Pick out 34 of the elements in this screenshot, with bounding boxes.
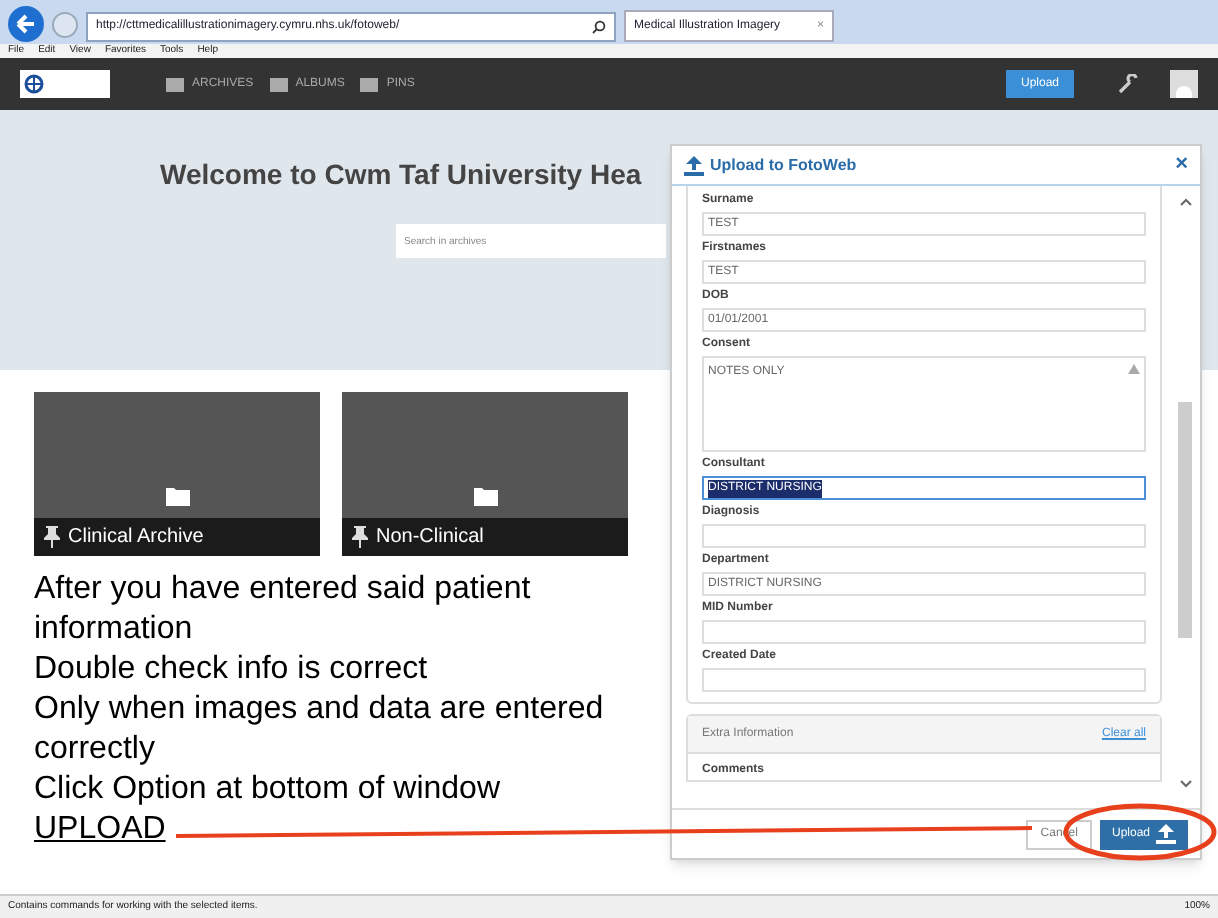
upload-icon [1156, 824, 1176, 844]
instruction-text: UPLOAD [34, 810, 166, 850]
text-field[interactable] [702, 620, 1146, 644]
instruction-text: Double check info is correct [34, 650, 428, 690]
back-button[interactable] [8, 6, 44, 42]
wrench-icon[interactable] [1118, 74, 1142, 94]
back-arrow-icon [16, 14, 36, 34]
archive-card[interactable]: Clinical Archive [34, 392, 320, 556]
resize-icon [1128, 364, 1140, 374]
dialog-title: Upload to FotoWeb [710, 153, 857, 177]
instruction-text: After you have entered said patient information [34, 570, 533, 650]
search-icon[interactable] [592, 20, 606, 34]
archive-card[interactable]: Non-Clinical [342, 392, 628, 556]
pin-icon [352, 526, 368, 548]
forward-button[interactable] [52, 12, 78, 38]
nav-icon [269, 77, 288, 91]
instruction-text: Only when images and data are entered correctly [34, 690, 606, 770]
folder-icon [165, 486, 189, 506]
nav-icon [360, 77, 379, 91]
scroll-up-icon[interactable] [1179, 198, 1191, 206]
logo [20, 70, 110, 98]
upload-icon [684, 155, 704, 175]
instruction-text: Click Option at bottom of window [34, 770, 500, 810]
card-label: Non-Clinical [376, 524, 484, 552]
text-field[interactable] [702, 668, 1146, 692]
nav-icon [166, 77, 184, 91]
text-field[interactable] [702, 524, 1146, 548]
scroll-down-icon[interactable] [1179, 780, 1191, 788]
card-label: Clinical Archive [68, 524, 204, 552]
pin-icon [44, 526, 60, 548]
folder-icon [473, 486, 497, 506]
avatar[interactable] [1170, 70, 1198, 98]
page-title: Welcome to Cwm Taf University Hea [160, 156, 642, 194]
close-button[interactable]: × [1175, 154, 1188, 176]
